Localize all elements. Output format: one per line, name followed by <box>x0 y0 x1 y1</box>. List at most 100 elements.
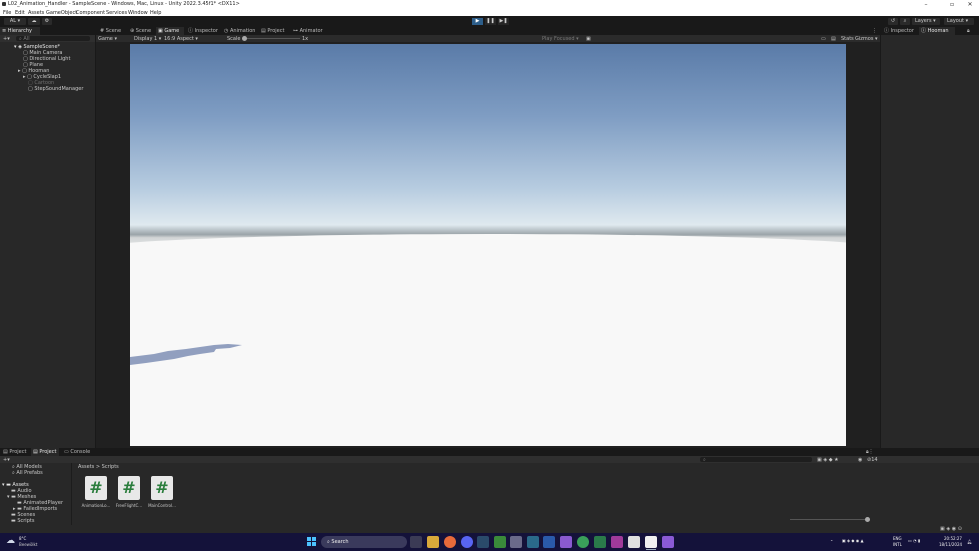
hierarchy-search-input[interactable]: ⌕ All <box>16 36 90 42</box>
firefox-icon[interactable] <box>444 536 456 548</box>
app-icon[interactable] <box>594 536 606 548</box>
center-tabbar: # Scene ⊕ Scene ▣ Game ⓘ Inspector ◷ Ani… <box>96 27 880 35</box>
app-icon[interactable] <box>560 536 572 548</box>
stats-icon[interactable]: ▤ <box>831 36 836 42</box>
file-explorer-icon[interactable] <box>427 536 439 548</box>
tray-icons[interactable]: ▣ ◈ ◆ ◉ ▲ <box>842 538 864 543</box>
display-label: Display 1 <box>134 36 158 42</box>
filter-icons[interactable]: ▣ ◈ ◆ ★ <box>817 457 839 463</box>
search-icon: ⌕ <box>327 539 330 545</box>
tab-game[interactable]: ▣ Game <box>156 27 184 35</box>
play-focused-dropdown[interactable]: Play Focused ▾ <box>542 36 579 42</box>
weather-temp[interactable]: 8°C <box>19 536 26 541</box>
lock-icon[interactable]: 🔒︎ <box>965 27 977 35</box>
gizmos-button[interactable]: Gizmos ▾ <box>855 36 878 42</box>
panel-menu-icon[interactable]: 🔒︎⋮ <box>864 448 878 456</box>
tab-scene[interactable]: # Scene <box>98 27 126 35</box>
layers-dropdown[interactable]: Layers ▾ <box>912 18 940 25</box>
region-label: INTL <box>893 542 902 547</box>
main-toolbar: AL ▾ ☁ ⚙ ▶ ❚❚ ▶❚ ↺ ⌕ Layers ▾ Layout ▾ <box>0 16 979 27</box>
hierarchy-search-placeholder: All <box>23 36 30 42</box>
pause-button[interactable]: ❚❚ <box>485 18 496 25</box>
language-indicator[interactable]: ENG <box>893 536 902 541</box>
project-toolbar: +▾ ⌕ ▣ ◈ ◆ ★ ◉ ⊘14 <box>0 456 979 463</box>
cloud-icon[interactable]: ☁ <box>28 18 40 25</box>
visibility-icon[interactable]: ◉ <box>858 457 862 463</box>
add-object-button[interactable]: +▾ <box>3 36 10 42</box>
game-mode-dropdown[interactable]: Game ▾ <box>98 36 117 42</box>
tab-label: Game <box>164 28 180 34</box>
unity-hub-icon[interactable] <box>628 536 640 548</box>
icon-size-slider-handle[interactable] <box>865 517 870 522</box>
search-icon[interactable]: ⌕ <box>900 18 910 25</box>
weather-desc[interactable]: Beewölkt <box>19 542 37 547</box>
app-icon[interactable] <box>611 536 623 548</box>
app-icon[interactable] <box>510 536 522 548</box>
notification-bell-icon[interactable]: 🔔︎ <box>967 539 972 544</box>
history-icon[interactable]: ↺ <box>888 18 898 25</box>
chrome-icon[interactable] <box>577 536 589 548</box>
discord-icon[interactable] <box>461 536 473 548</box>
visual-studio-icon[interactable] <box>662 536 674 548</box>
favorite-all-prefabs[interactable]: ⌕ All Prefabs <box>12 470 43 476</box>
tree-item-scripts[interactable]: ▬ Scripts <box>11 518 34 524</box>
windows-start-icon[interactable] <box>307 537 317 547</box>
layout-dropdown[interactable]: Layout ▾ <box>944 18 974 25</box>
tab-console[interactable]: ▭ Console <box>62 448 92 456</box>
scale-slider-handle[interactable] <box>242 36 247 41</box>
app-icon[interactable] <box>527 536 539 548</box>
account-button[interactable]: AL ▾ <box>4 18 26 25</box>
collab-icon[interactable]: ⚙ <box>42 18 52 25</box>
clock-date[interactable]: 18/11/2024 <box>939 542 962 547</box>
tab-hooman[interactable]: ⓘ Hooman <box>919 27 955 35</box>
scale-label: Scale <box>227 36 241 42</box>
mute-icon[interactable]: ▭ <box>821 36 826 42</box>
maximize-icon[interactable]: ▫ <box>944 0 960 9</box>
title-bar: L02_Animation_Handler - SampleScene - Wi… <box>0 0 979 9</box>
steam-icon[interactable] <box>477 536 489 548</box>
step-button[interactable]: ▶❚ <box>498 18 509 25</box>
play-focused-label: Play Focused <box>542 36 575 42</box>
tab-label: Animator <box>299 28 323 34</box>
script-asset-icon[interactable]: # <box>85 476 107 500</box>
task-view-icon[interactable] <box>410 536 422 548</box>
hierarchy-item-stepsoundmanager[interactable]: ▢ StepSoundManager <box>28 86 83 92</box>
icon-size-slider[interactable] <box>790 519 870 520</box>
tab-inspector-right[interactable]: ⓘ Inspector <box>882 27 918 35</box>
game-viewport[interactable] <box>130 44 846 446</box>
tab-project-1[interactable]: ▤ Project <box>1 448 29 456</box>
app-icon[interactable] <box>543 536 555 548</box>
status-icons[interactable]: ▣ ◈ ◉ ⊙ <box>940 526 962 532</box>
xbox-icon[interactable] <box>494 536 506 548</box>
clock-time[interactable]: 20:52:27 <box>944 536 962 541</box>
audio-icon[interactable]: ▣ <box>586 36 591 42</box>
unity-editor-icon[interactable] <box>645 536 657 548</box>
tab-label: Scene <box>105 28 122 34</box>
stats-button[interactable]: Stats <box>841 36 854 42</box>
tray-overflow-icon[interactable]: ⌃ <box>830 539 833 544</box>
tab-hierarchy[interactable]: ≡ Hierarchy <box>0 27 40 35</box>
weather-cloud-icon[interactable]: ☁ <box>6 536 15 546</box>
inspector-panel: ⓘ Inspector ⓘ Hooman 🔒︎ <box>881 27 979 448</box>
minimize-icon[interactable]: – <box>918 0 934 9</box>
script-asset-icon[interactable]: # <box>118 476 140 500</box>
tab-scene-2[interactable]: ⊕ Scene <box>128 27 156 35</box>
project-search-input[interactable] <box>700 457 812 462</box>
taskbar-search[interactable]: ⌕ Search <box>321 536 407 548</box>
ground-plane <box>130 234 846 446</box>
breadcrumb-scripts[interactable]: Scripts <box>102 464 119 470</box>
scale-slider[interactable] <box>242 38 300 39</box>
aspect-dropdown[interactable]: 16:9 Aspect ▾ <box>164 36 198 42</box>
display-dropdown[interactable]: Display 1 ▾ <box>134 36 161 42</box>
play-button[interactable]: ▶ <box>472 18 483 25</box>
script-asset-icon[interactable]: # <box>151 476 173 500</box>
tab-inspector[interactable]: ⓘ Inspector <box>186 27 220 35</box>
close-icon[interactable]: ✕ <box>962 0 978 9</box>
breadcrumb-assets[interactable]: Assets <box>78 464 94 470</box>
tab-animator[interactable]: ⊶ Animator <box>291 27 325 35</box>
tab-project[interactable]: ▤ Project <box>259 27 289 35</box>
network-volume-icons[interactable]: ▭ ◔ ▮ <box>908 538 920 543</box>
tab-animation[interactable]: ◷ Animation <box>222 27 258 35</box>
tab-project-2[interactable]: ▤ Project <box>31 448 59 456</box>
more-icon[interactable]: ⋮ <box>870 27 878 35</box>
